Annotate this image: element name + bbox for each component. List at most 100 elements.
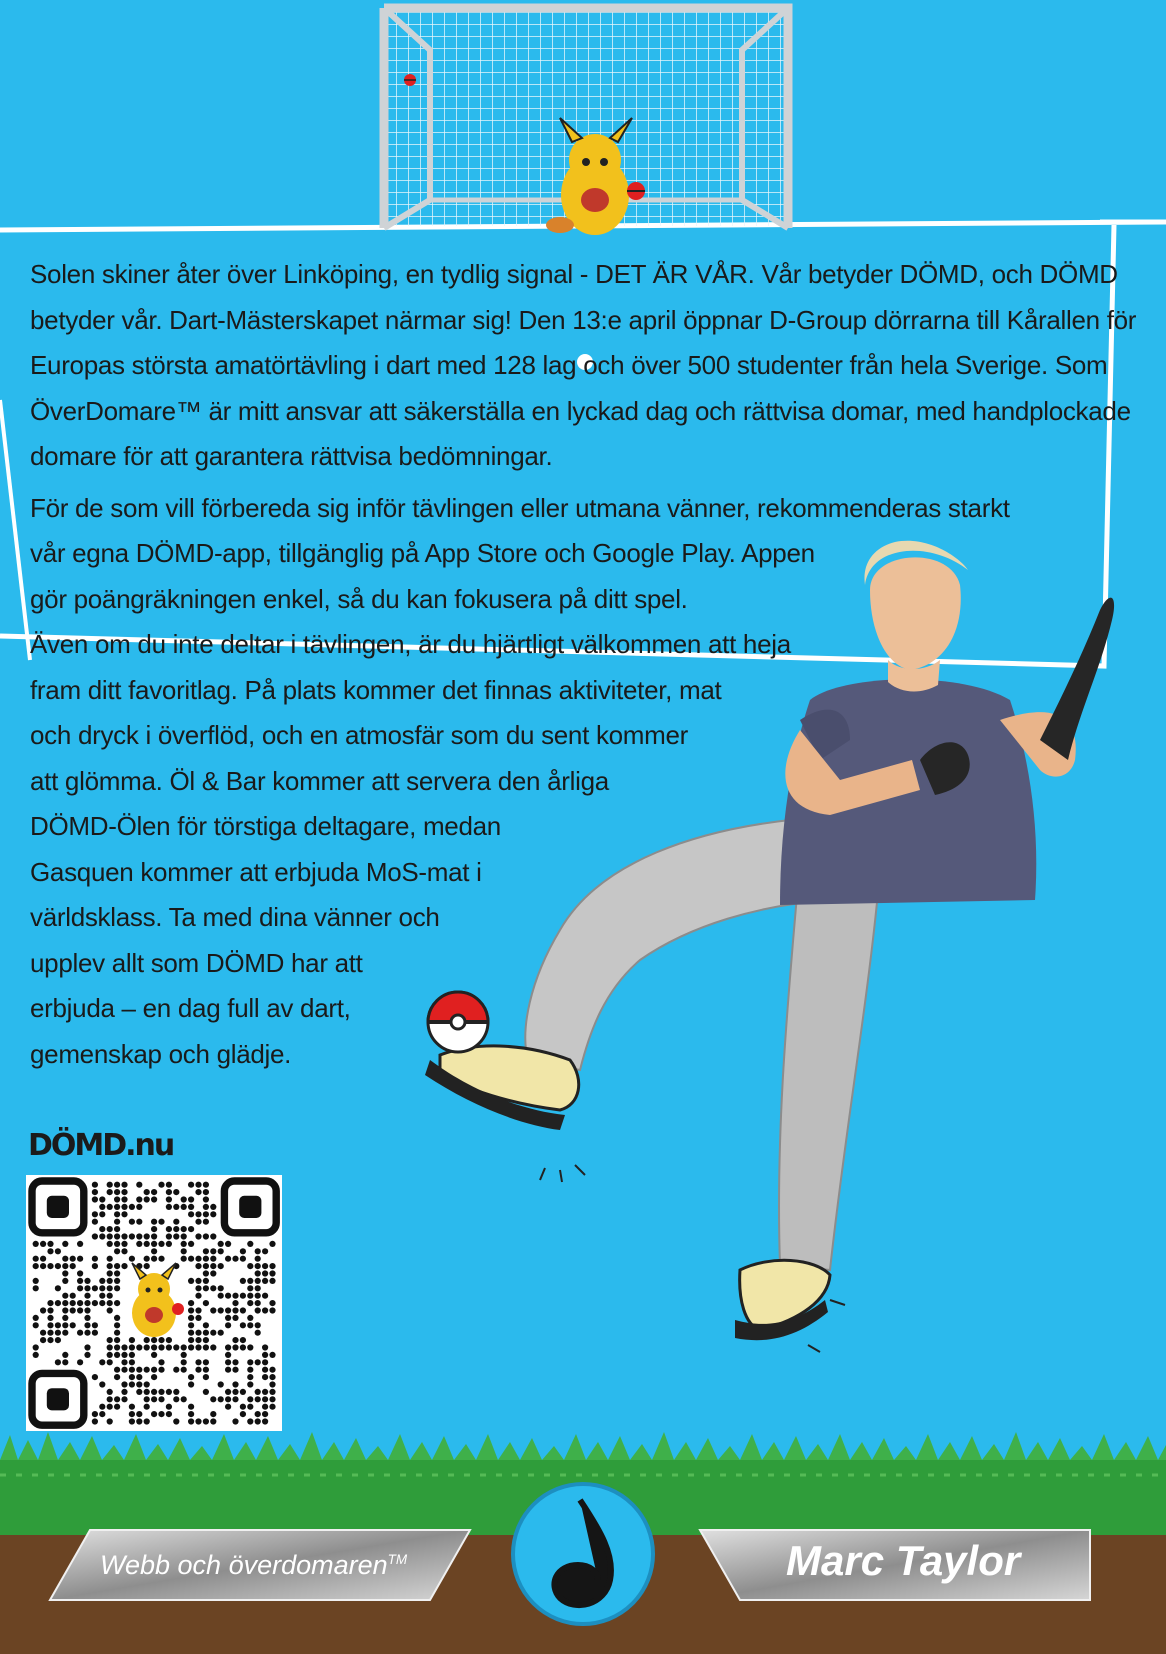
qr-dot bbox=[91, 1255, 99, 1262]
qr-dot bbox=[217, 1285, 224, 1292]
qr-dot bbox=[106, 1388, 113, 1396]
qr-dot bbox=[150, 1196, 158, 1203]
qr-dot bbox=[113, 1203, 121, 1211]
qr-dot bbox=[195, 1307, 202, 1314]
qr-dot bbox=[113, 1299, 121, 1307]
qr-dot bbox=[106, 1240, 113, 1248]
qr-dot bbox=[232, 1255, 239, 1262]
qr-dot bbox=[173, 1233, 180, 1240]
qr-dot bbox=[106, 1359, 113, 1366]
qr-dot bbox=[173, 1225, 180, 1233]
qr-dot bbox=[136, 1381, 143, 1388]
qr-dot bbox=[195, 1188, 202, 1196]
qr-dot bbox=[32, 1277, 39, 1285]
qr-dot bbox=[187, 1373, 195, 1381]
text-line: erbjuda – en dag full av dart, bbox=[30, 993, 351, 1023]
qr-dot bbox=[202, 1344, 210, 1351]
qr-code[interactable] bbox=[26, 1175, 282, 1431]
qr-dot bbox=[106, 1277, 113, 1285]
qr-dot bbox=[247, 1299, 254, 1307]
qr-dot bbox=[173, 1418, 180, 1425]
qr-dot bbox=[150, 1188, 158, 1196]
qr-dot bbox=[76, 1240, 84, 1248]
qr-dot bbox=[39, 1336, 47, 1344]
qr-dot bbox=[106, 1299, 113, 1307]
qr-dot bbox=[91, 1299, 99, 1307]
qr-dot bbox=[217, 1329, 224, 1336]
article: Solen skiner åter över Linköping, en tyd… bbox=[30, 252, 1140, 1077]
qr-dot bbox=[106, 1344, 113, 1351]
trademark-sup: TM bbox=[387, 1552, 408, 1567]
qr-dot bbox=[91, 1181, 99, 1188]
qr-dot bbox=[224, 1307, 232, 1314]
qr-dot bbox=[232, 1381, 239, 1388]
qr-dot bbox=[76, 1277, 84, 1285]
qr-dot bbox=[261, 1307, 269, 1314]
qr-dot bbox=[195, 1255, 202, 1262]
qr-dot bbox=[239, 1410, 247, 1418]
footer-left-text: Webb och överdomaren bbox=[100, 1550, 388, 1580]
qr-dot bbox=[99, 1277, 106, 1285]
qr-dot bbox=[106, 1336, 113, 1344]
qr-dot bbox=[99, 1285, 106, 1292]
qr-dot bbox=[247, 1381, 254, 1388]
qr-dot bbox=[261, 1396, 269, 1403]
qr-dot bbox=[269, 1396, 276, 1403]
qr-dot bbox=[54, 1262, 62, 1270]
qr-dot bbox=[113, 1188, 121, 1196]
text-line: För de som vill förbereda sig inför tävl… bbox=[30, 492, 1010, 523]
qr-dot bbox=[32, 1285, 39, 1292]
qr-dot bbox=[54, 1285, 62, 1292]
qr-dot bbox=[269, 1307, 276, 1314]
qr-dot bbox=[269, 1366, 276, 1373]
qr-dot bbox=[47, 1240, 54, 1248]
qr-dot bbox=[62, 1307, 69, 1314]
qr-dot bbox=[180, 1240, 187, 1248]
qr-dot bbox=[224, 1240, 232, 1248]
qr-dot bbox=[136, 1196, 143, 1203]
qr-dot bbox=[247, 1359, 254, 1366]
qr-dot bbox=[247, 1403, 254, 1410]
qr-dot bbox=[121, 1359, 128, 1366]
qr-dot bbox=[202, 1388, 210, 1396]
pokeball-icon bbox=[404, 74, 416, 86]
qr-dot bbox=[195, 1314, 202, 1322]
qr-dot bbox=[165, 1181, 173, 1188]
qr-dot bbox=[224, 1314, 232, 1322]
qr-dot bbox=[165, 1240, 173, 1248]
qr-dot bbox=[99, 1359, 106, 1366]
qr-dot bbox=[128, 1344, 136, 1351]
qr-dot bbox=[210, 1329, 217, 1336]
footer-right-label: Marc Taylor bbox=[786, 1537, 1021, 1584]
qr-dot bbox=[143, 1196, 150, 1203]
qr-dot bbox=[187, 1381, 195, 1388]
qr-dot bbox=[195, 1292, 202, 1299]
qr-dot bbox=[113, 1240, 121, 1248]
qr-dot bbox=[69, 1307, 76, 1314]
qr-dot bbox=[106, 1351, 113, 1359]
qr-dot bbox=[47, 1329, 54, 1336]
qr-dot bbox=[202, 1181, 210, 1188]
qr-dot bbox=[165, 1196, 173, 1203]
qr-dot bbox=[113, 1181, 121, 1188]
qr-dot bbox=[224, 1292, 232, 1299]
qr-dot bbox=[187, 1314, 195, 1322]
qr-dot bbox=[180, 1203, 187, 1211]
qr-dot bbox=[165, 1225, 173, 1233]
qr-dot bbox=[76, 1285, 84, 1292]
qr-dot bbox=[202, 1218, 210, 1225]
qr-dot bbox=[121, 1248, 128, 1255]
qr-dot bbox=[180, 1366, 187, 1373]
qr-dot bbox=[254, 1270, 261, 1277]
qr-dot bbox=[143, 1381, 150, 1388]
qr-dot bbox=[106, 1225, 113, 1233]
article-paragraph-1: Solen skiner åter över Linköping, en tyd… bbox=[30, 259, 1137, 471]
qr-dot bbox=[187, 1329, 195, 1336]
site-logo[interactable]: DÖMD.nu bbox=[28, 1128, 175, 1163]
qr-dot bbox=[32, 1322, 39, 1329]
qr-dot bbox=[261, 1344, 269, 1351]
qr-dot bbox=[217, 1240, 224, 1248]
qr-dot bbox=[128, 1351, 136, 1359]
qr-dot bbox=[32, 1262, 39, 1270]
qr-dot bbox=[173, 1366, 180, 1373]
